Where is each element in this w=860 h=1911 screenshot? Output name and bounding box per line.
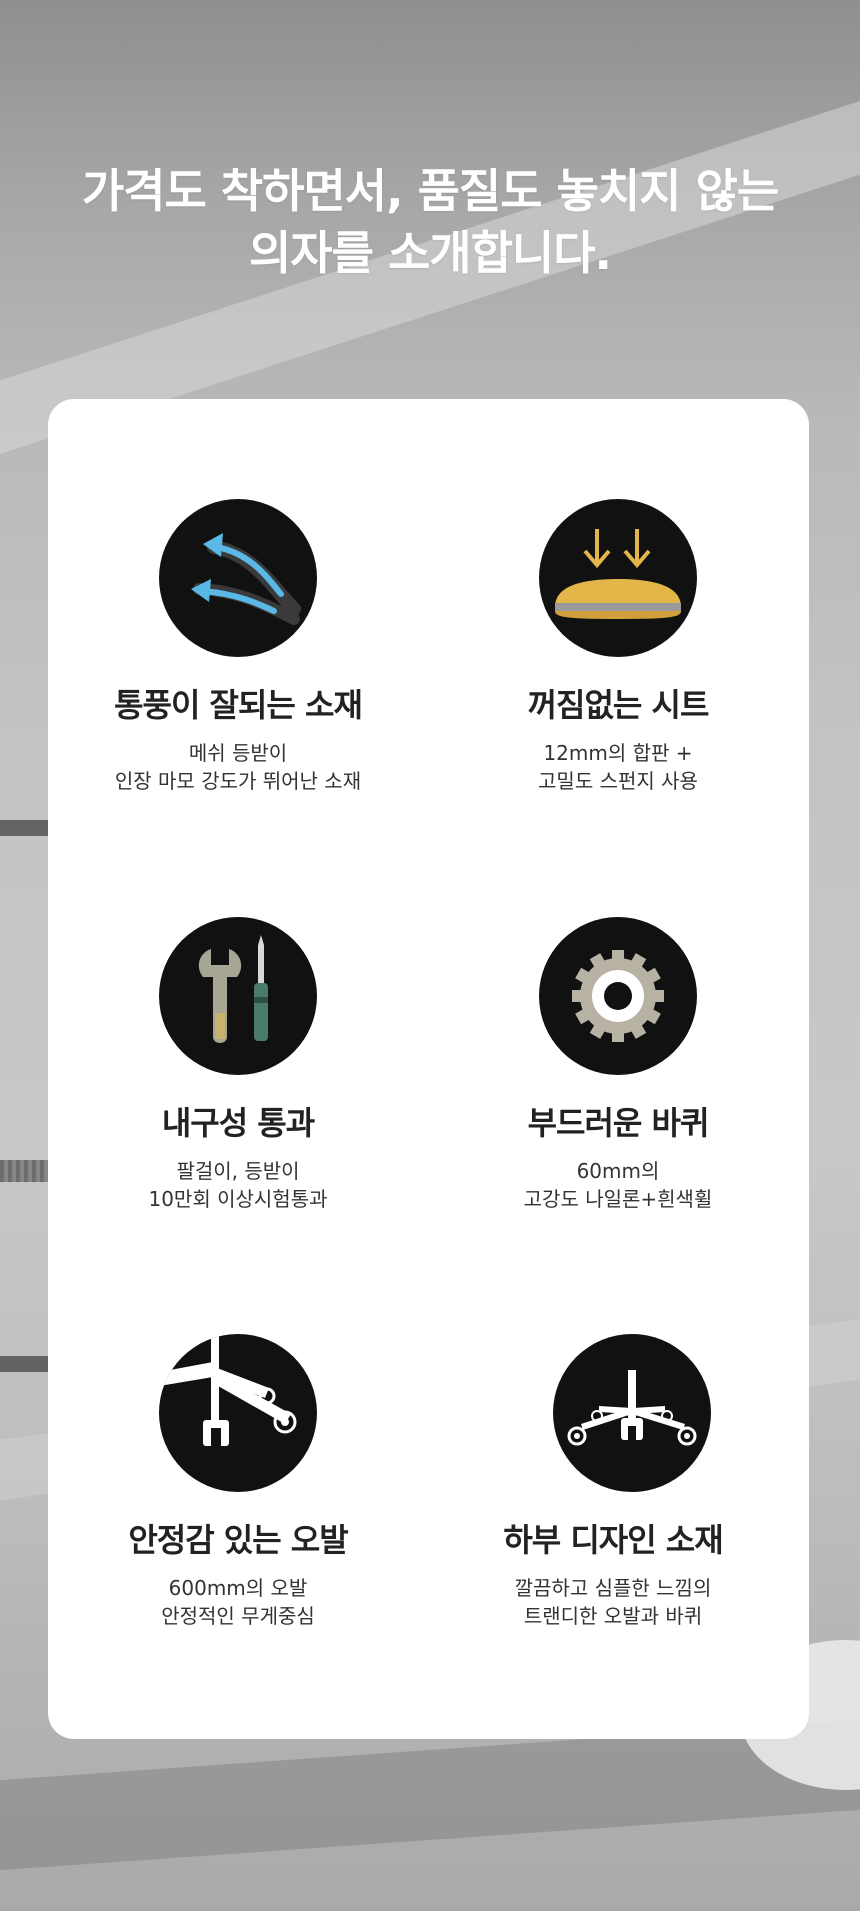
feature-durability-test: 내구성 통과 팔걸이, 등받이 10만회 이상시험통과 (48, 917, 428, 1213)
feature-title: 통풍이 잘되는 소재 (114, 686, 363, 724)
feature-description: 팔걸이, 등받이 10만회 이상시험통과 (148, 1159, 328, 1211)
feature-description: 60mm의 고강도 나일론+흰색휠 (523, 1159, 713, 1211)
headline-line-1: 가격도 착하면서, 품질도 놓치지 않는 (81, 164, 779, 218)
seat-cushion-icon (539, 499, 697, 657)
feature-description: 깔끔하고 심플한 느낌의 트랜디한 오발과 바퀴 (514, 1576, 712, 1628)
page-headline: 가격도 착하면서, 품질도 놓치지 않는 의자를 소개합니다. (0, 160, 860, 284)
features-card: 통풍이 잘되는 소재 메쉬 등받이 인장 마모 강도가 뛰어난 소재 꺼짐없는 … (48, 399, 809, 1739)
feature-title: 하부 디자인 소재 (503, 1521, 723, 1559)
chair-base-icon (159, 1334, 317, 1492)
airflow-arrows-icon (159, 499, 317, 657)
feature-base-design: 하부 디자인 소재 깔끔하고 심플한 느낌의 트랜디한 오발과 바퀴 (428, 1334, 808, 1630)
feature-description: 600mm의 오발 안정적인 무게중심 (161, 1576, 315, 1628)
feature-title: 꺼짐없는 시트 (527, 686, 710, 724)
feature-title: 부드러운 바퀴 (527, 1104, 710, 1142)
feature-title: 안정감 있는 오발 (128, 1521, 348, 1559)
wheel-icon (539, 917, 697, 1075)
feature-firm-seat: 꺼짐없는 시트 12mm의 합판 + 고밀도 스펀지 사용 (428, 499, 808, 795)
feature-smooth-wheel: 부드러운 바퀴 60mm의 고강도 나일론+흰색휠 (428, 917, 808, 1213)
feature-description: 12mm의 합판 + 고밀도 스펀지 사용 (538, 741, 698, 793)
feature-title: 내구성 통과 (161, 1104, 315, 1142)
tools-icon (159, 917, 317, 1075)
chair-base-design-icon (553, 1334, 711, 1492)
headline-line-2: 의자를 소개합니다. (248, 226, 612, 280)
background-shadow (0, 1719, 860, 1871)
feature-description: 메쉬 등받이 인장 마모 강도가 뛰어난 소재 (114, 741, 362, 793)
feature-stable-base: 안정감 있는 오발 600mm의 오발 안정적인 무게중심 (48, 1334, 428, 1630)
feature-breathable-material: 통풍이 잘되는 소재 메쉬 등받이 인장 마모 강도가 뛰어난 소재 (48, 499, 428, 795)
